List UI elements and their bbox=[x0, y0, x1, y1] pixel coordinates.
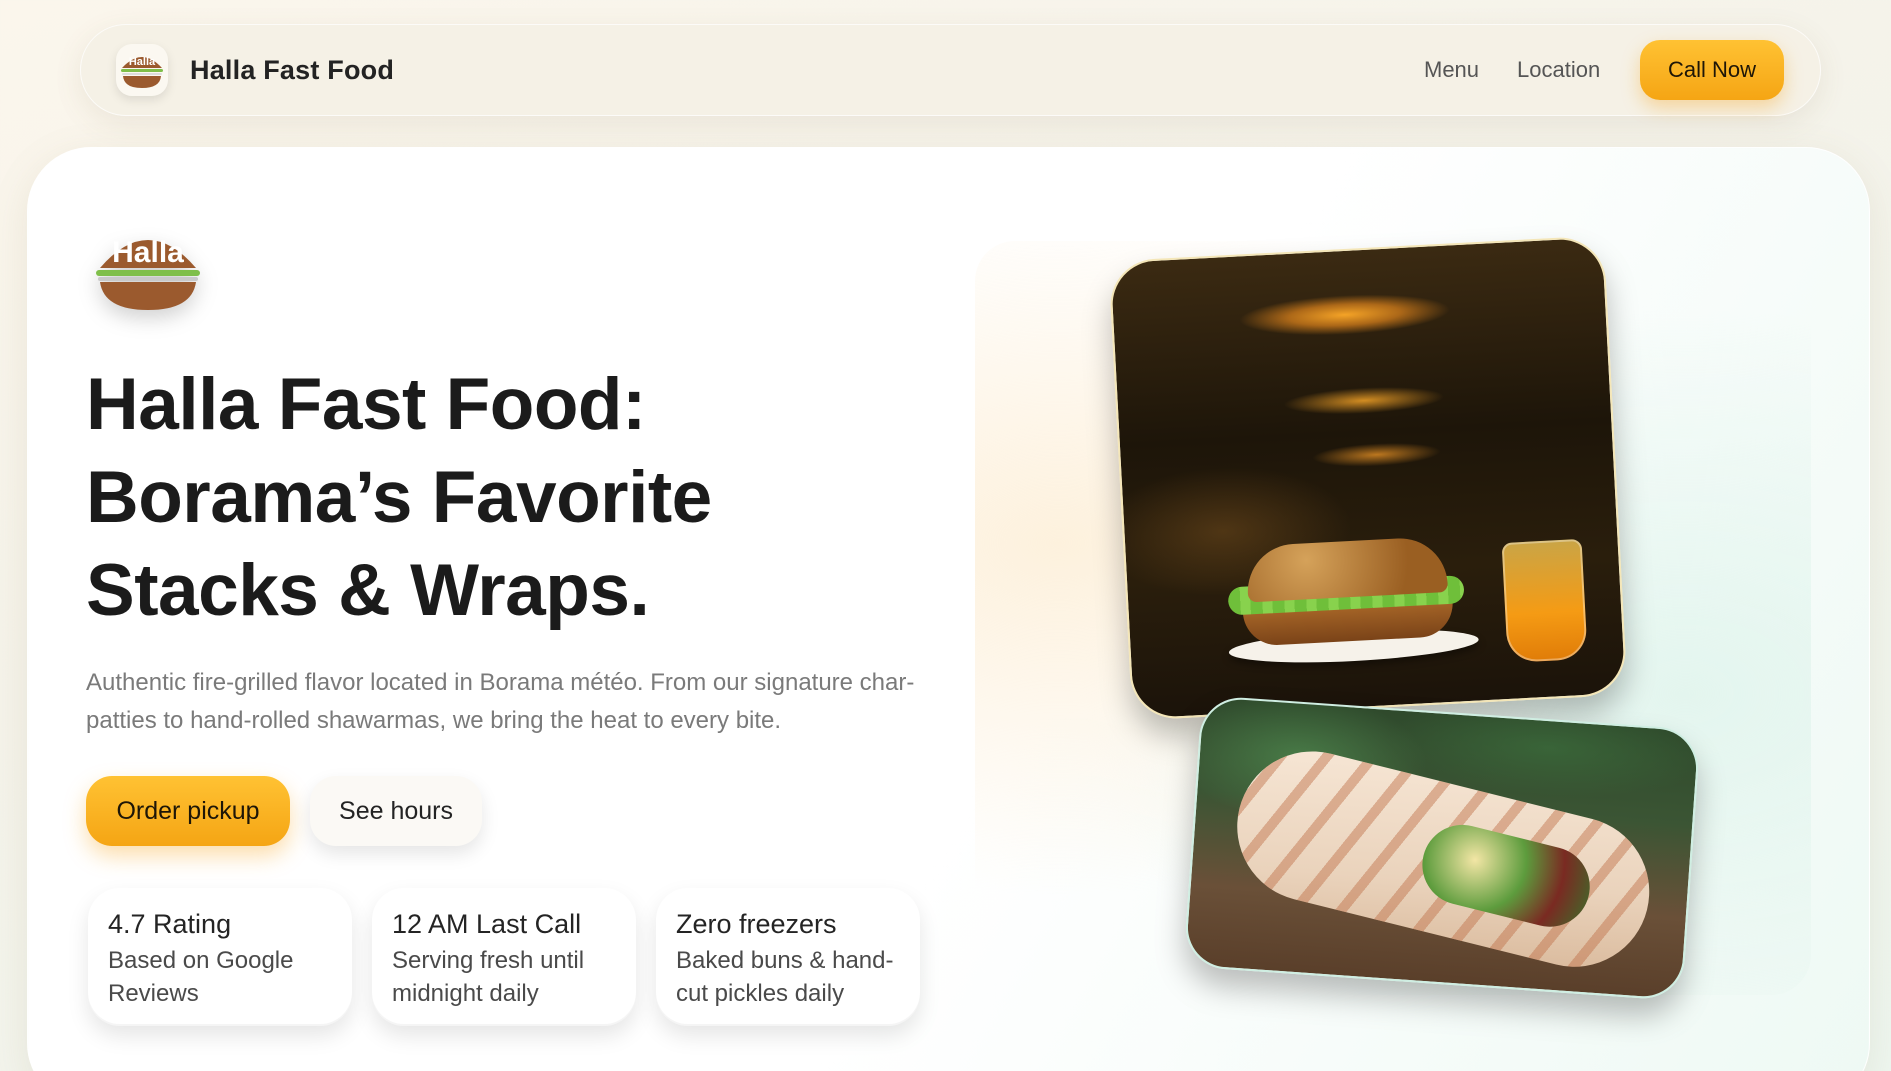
stat-description: Baked buns & hand-cut pickles daily bbox=[676, 947, 894, 1007]
stat-title: 12 AM Last Call bbox=[392, 909, 582, 939]
stat-card-freezers: Zero freezers Baked buns & hand-cut pick… bbox=[656, 888, 920, 1026]
hero-logo-text: Halla bbox=[112, 236, 184, 269]
order-pickup-button[interactable]: Order pickup bbox=[86, 776, 290, 846]
hero-headline: Halla Fast Food: Borama’s Favorite Stack… bbox=[86, 358, 846, 637]
brand-logo-icon[interactable]: Halla bbox=[116, 44, 168, 96]
nav-logo-text: Halla bbox=[129, 56, 156, 68]
brand-name[interactable]: Halla Fast Food bbox=[190, 24, 394, 116]
nav-link-menu[interactable]: Menu bbox=[1424, 24, 1479, 116]
headline-line-2: Borama’s Favorite bbox=[86, 457, 712, 538]
stat-card-last-call: 12 AM Last Call Serving fresh until midn… bbox=[372, 888, 636, 1026]
stat-description: Serving fresh until midnight daily bbox=[392, 947, 585, 1007]
nav-link-location[interactable]: Location bbox=[1517, 24, 1600, 116]
bun-top-shape bbox=[1245, 536, 1449, 603]
stat-title: Zero freezers bbox=[676, 909, 837, 939]
call-now-button[interactable]: Call Now bbox=[1640, 40, 1784, 100]
stat-description: Based on Google Reviews bbox=[108, 947, 294, 1007]
see-hours-button[interactable]: See hours bbox=[310, 776, 482, 846]
juice-glass-shape bbox=[1501, 538, 1588, 663]
headline-line-3: Stacks & Wraps. bbox=[86, 550, 650, 631]
top-navbar: Halla Halla Fast Food Menu Location Call… bbox=[80, 24, 1821, 116]
stat-card-rating: 4.7 Rating Based on Google Reviews bbox=[88, 888, 352, 1026]
shawarma-wrap-photo bbox=[1183, 694, 1701, 1002]
hero-description: Authentic fire-grilled flavor located in… bbox=[86, 669, 915, 734]
headline-line-1: Halla Fast Food: bbox=[86, 364, 646, 445]
wrap-shape bbox=[1221, 735, 1666, 983]
stat-title: 4.7 Rating bbox=[108, 909, 232, 939]
hero-logo-icon: Halla bbox=[92, 216, 204, 314]
burger-and-juice-photo bbox=[1108, 235, 1628, 721]
